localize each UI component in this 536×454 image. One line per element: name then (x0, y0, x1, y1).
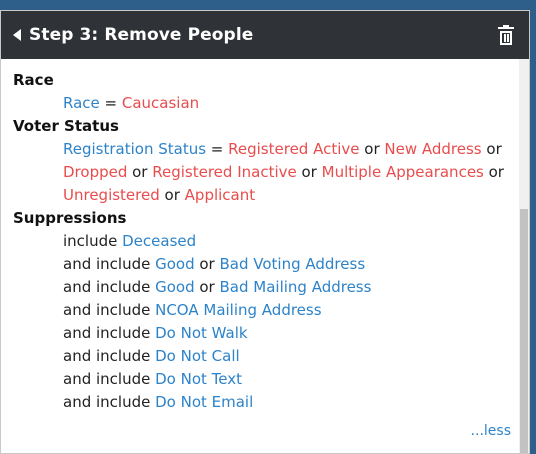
race-heading: Race (13, 71, 54, 89)
status-value[interactable]: Registered Inactive (152, 163, 296, 181)
include-label: and include (63, 347, 156, 365)
step-title: Step 3: Remove People (29, 25, 254, 45)
collapse-caret-icon[interactable] (13, 29, 21, 41)
show-less-link[interactable]: ...less (471, 420, 511, 443)
suppression-link[interactable]: Do Not Email (155, 393, 253, 411)
or-label: or (159, 186, 185, 204)
trash-icon[interactable] (497, 25, 515, 45)
suppression-link[interactable]: Do Not Walk (155, 324, 247, 342)
status-value[interactable]: Applicant (185, 186, 255, 204)
status-value[interactable]: New Address (384, 140, 481, 158)
include-label: and include (63, 301, 156, 319)
suppression-row: and include Good or Bad Mailing Address (13, 276, 505, 299)
race-equals: = (99, 94, 122, 112)
or-label: or (194, 278, 220, 296)
or-label: or (359, 140, 385, 158)
suppression-row: include Deceased (13, 230, 505, 253)
voter-status-criteria: Registration Status = Registered Active … (13, 138, 505, 207)
suppression-row: and include Do Not Email (13, 391, 505, 414)
race-criteria: Race = Caucasian (13, 92, 505, 115)
suppression-link[interactable]: Do Not Text (155, 370, 242, 388)
suppression-link[interactable]: Deceased (122, 232, 196, 250)
or-label: or (194, 255, 220, 273)
suppression-link[interactable]: Good (155, 278, 195, 296)
suppression-row: and include Do Not Text (13, 368, 505, 391)
step-header[interactable]: Step 3: Remove People (1, 11, 529, 59)
registration-status-field-link[interactable]: Registration Status (63, 140, 206, 158)
suppression-row: and include Do Not Call (13, 345, 505, 368)
include-label: include (63, 232, 123, 250)
vertical-scrollbar[interactable] (519, 59, 529, 453)
include-label: and include (63, 255, 156, 273)
include-label: and include (63, 370, 156, 388)
or-label: or (481, 140, 502, 158)
include-label: and include (63, 393, 156, 411)
suppression-link[interactable]: Bad Voting Address (220, 255, 366, 273)
suppression-link[interactable]: NCOA Mailing Address (155, 301, 321, 319)
or-label: or (483, 163, 504, 181)
suppressions-heading: Suppressions (13, 209, 127, 227)
status-value[interactable]: Multiple Appearances (322, 163, 484, 181)
or-label: or (296, 163, 322, 181)
include-label: and include (63, 278, 156, 296)
criteria-content: Race Race = Caucasian Voter Status Regis… (1, 59, 519, 453)
include-label: and include (63, 324, 156, 342)
suppression-link[interactable]: Do Not Call (155, 347, 240, 365)
voter-status-heading: Voter Status (13, 117, 119, 135)
suppression-row: and include NCOA Mailing Address (13, 299, 505, 322)
status-value[interactable]: Dropped (63, 163, 127, 181)
voter-status-equals: = (206, 140, 229, 158)
race-value[interactable]: Caucasian (122, 94, 199, 112)
step-panel: Step 3: Remove People Race Race = Caucas… (0, 10, 530, 454)
suppression-row: and include Good or Bad Voting Address (13, 253, 505, 276)
status-value[interactable]: Registered Active (228, 140, 359, 158)
suppression-row: and include Do Not Walk (13, 322, 505, 345)
scrollbar-thumb[interactable] (520, 209, 528, 453)
or-label: or (127, 163, 153, 181)
suppression-link[interactable]: Bad Mailing Address (220, 278, 372, 296)
suppression-link[interactable]: Good (155, 255, 195, 273)
race-field-link[interactable]: Race (63, 94, 100, 112)
status-value[interactable]: Unregistered (63, 186, 160, 204)
